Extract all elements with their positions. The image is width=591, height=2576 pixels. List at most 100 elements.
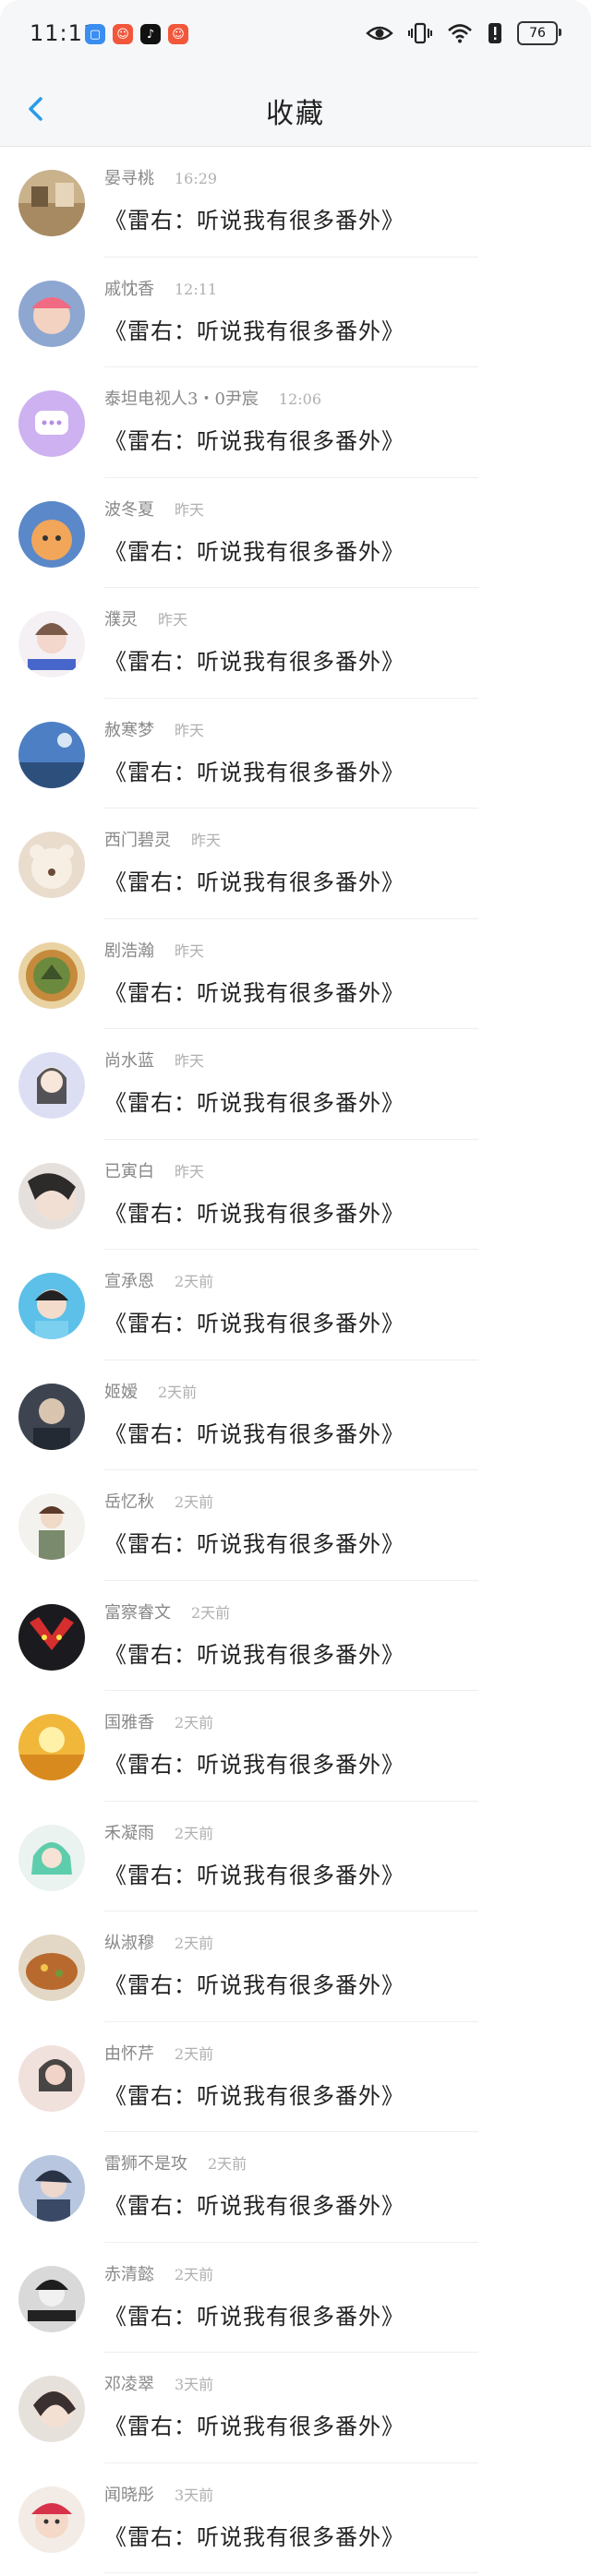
list-item[interactable]: 赤清懿 2天前《雷右：听说我有很多番外》 [0, 2243, 591, 2353]
avatar[interactable] [18, 2265, 85, 2332]
avatar[interactable] [18, 1493, 85, 1560]
avatar[interactable] [18, 390, 85, 457]
user-name: 波冬夏 [104, 499, 154, 520]
message-text: 《雷右：听说我有很多番外》 [104, 428, 404, 454]
item-meta: 赤清懿 2天前 [104, 2261, 213, 2285]
message-text: 《雷右：听说我有很多番外》 [104, 1531, 404, 1557]
item-meta: 禾凝雨 2天前 [104, 1820, 213, 1844]
timestamp: 3天前 [175, 2486, 214, 2504]
item-meta: 由怀芹 2天前 [104, 2041, 213, 2065]
timestamp: 2天前 [158, 1383, 198, 1401]
avatar[interactable] [18, 1824, 85, 1891]
timestamp: 2天前 [191, 1603, 231, 1622]
item-meta: 宣承恩 2天前 [104, 1268, 213, 1292]
list-item[interactable]: 富察睿文 2天前 《雷右：听说我有很多番外》 [0, 1581, 591, 1691]
timestamp: 昨天 [175, 1052, 205, 1070]
timestamp: 昨天 [158, 611, 188, 629]
favorites-list: 晏寻桃 16:29 《雷右：听说我有很多番外》 戚忱香 12:11 《雷右：听说我有很多番… [0, 147, 591, 2573]
message-text: 《雷右：听说我有很多番外》 [104, 1090, 404, 1116]
battery-icon: 76 [517, 21, 561, 45]
list-item[interactable]: 邓凌翠 3天前 《雷右：听说我有很多番外》 [0, 2353, 591, 2463]
message-text: 《雷右：听说我有很多番外》 [104, 1972, 404, 1998]
message-text: 《雷右：听说我有很多番外》 [104, 2523, 404, 2550]
message-text: 《雷右：听说我有很多番外》 [104, 1420, 404, 1447]
avatar[interactable] [18, 721, 85, 788]
avatar[interactable] [18, 941, 85, 1009]
item-meta: 岳忆秋 2天前 [104, 1489, 213, 1513]
list-item[interactable]: 戚忱香 12:11 《雷右：听说我有很多番外》 [0, 258, 591, 367]
avatar[interactable] [18, 1714, 85, 1780]
list-item[interactable]: 由怀芹 2天前《雷右：听说我有很多番外》 [0, 2022, 591, 2132]
user-name: 雷狮不是攻 [104, 2154, 187, 2174]
avatar[interactable] [18, 2376, 85, 2442]
avatar[interactable] [18, 1935, 85, 2001]
timestamp: 2天前 [175, 1493, 214, 1511]
avatar[interactable] [18, 170, 85, 236]
list-item[interactable]: 西门碧灵 昨天 《雷右：听说我有很多番外》 [0, 809, 591, 919]
message-text: 《雷右：听说我有很多番外》 [104, 538, 404, 565]
timestamp: 2天前 [175, 2265, 214, 2283]
list-item[interactable]: 姬嫒 2天前 《雷右：听说我有很多番外》 [0, 1360, 591, 1470]
item-meta: 西门碧灵 昨天 [104, 827, 221, 851]
timestamp: 2天前 [175, 2044, 214, 2063]
avatar[interactable] [18, 2155, 85, 2222]
message-text: 《雷右：听说我有很多番外》 [104, 208, 404, 234]
item-meta: 已寅白 昨天 [104, 1158, 204, 1182]
app-c-icon: ☺ [168, 24, 188, 44]
list-item[interactable]: 晏寻桃 16:29 《雷右：听说我有很多番外》 [0, 147, 591, 258]
list-item[interactable]: 剧浩瀚 昨天《雷右：听说我有很多番外》 [0, 919, 591, 1029]
item-meta: 晏寻桃 16:29 [104, 165, 217, 189]
list-item[interactable]: 岳忆秋 2天前《雷右：听说我有很多番外》 [0, 1470, 591, 1581]
item-meta: 赦寒梦 昨天 [104, 717, 204, 741]
system-status-icons: 76 [366, 20, 561, 46]
item-meta: 剧浩瀚 昨天 [104, 938, 204, 962]
eye-icon [366, 20, 393, 46]
user-name: 已寅白 [104, 1161, 154, 1181]
list-item[interactable]: 濮灵 昨天 《雷右：听说我有很多番外》 [0, 588, 591, 699]
avatar[interactable] [18, 1603, 85, 1671]
message-text: 《雷右：听说我有很多番外》 [104, 1862, 404, 1888]
avatar[interactable] [18, 611, 85, 677]
list-item[interactable]: 宣承恩 2天前《雷右：听说我有很多番外》 [0, 1250, 591, 1360]
message-text: 《雷右：听说我有很多番外》 [104, 979, 404, 1006]
user-name: 国雅香 [104, 1713, 154, 1732]
list-item[interactable]: 泰坦电视人3・0尹宸 12:06 《雷右：听说我有很多番外》 [0, 367, 591, 478]
user-name: 岳忆秋 [104, 1492, 154, 1512]
list-item[interactable]: 国雅香 2天前 《雷右：听说我有很多番外》 [0, 1691, 591, 1802]
list-item[interactable]: 禾凝雨 2天前《雷右：听说我有很多番外》 [0, 1802, 591, 1911]
item-meta: 泰坦电视人3・0尹宸 12:06 [104, 386, 321, 410]
list-item[interactable]: 已寅白 昨天 《雷右：听说我有很多番外》 [0, 1140, 591, 1250]
avatar[interactable] [18, 500, 85, 568]
item-meta: 雷狮不是攻 2天前 [104, 2151, 247, 2175]
avatar[interactable] [18, 832, 85, 898]
message-text: 《雷右：听说我有很多番外》 [104, 649, 404, 675]
avatar[interactable] [18, 1162, 85, 1229]
avatar[interactable] [18, 2044, 85, 2112]
message-text: 《雷右：听说我有很多番外》 [104, 2414, 404, 2439]
list-item[interactable]: 纵淑穆 2天前 《雷右：听说我有很多番外》 [0, 1911, 591, 2022]
message-text: 《雷右：听说我有很多番外》 [104, 2082, 404, 2109]
item-meta: 富察睿文 2天前 [104, 1600, 230, 1623]
list-item[interactable]: 雷狮不是攻 2天前 《雷右：听说我有很多番外》 [0, 2132, 591, 2243]
list-item[interactable]: 尚水蓝 昨天 《雷右：听说我有很多番外》 [0, 1029, 591, 1140]
list-item[interactable]: 波冬夏 昨天《雷右：听说我有很多番外》 [0, 478, 591, 588]
timestamp: 3天前 [175, 2376, 214, 2393]
avatar[interactable] [18, 280, 85, 347]
avatar[interactable] [18, 1383, 85, 1450]
avatar[interactable] [18, 1052, 85, 1119]
item-meta: 波冬夏 昨天 [104, 497, 204, 521]
timestamp: 2天前 [175, 1935, 214, 1952]
message-text: 《雷右：听说我有很多番外》 [104, 759, 404, 785]
list-item[interactable]: 赦寒梦 昨天《雷右：听说我有很多番外》 [0, 699, 591, 809]
list-item[interactable]: 闻晓彤 3天前 《雷右：听说我有很多番外》 [0, 2463, 591, 2573]
user-name: 泰坦电视人3・0尹宸 [104, 389, 259, 409]
user-name: 赦寒梦 [104, 720, 154, 740]
timestamp: 2天前 [175, 1824, 214, 1842]
message-text: 《雷右：听说我有很多番外》 [104, 1311, 404, 1336]
divider [104, 2572, 478, 2573]
avatar[interactable] [18, 1273, 85, 1339]
avatar[interactable] [18, 2486, 85, 2553]
message-text: 《雷右：听说我有很多番外》 [104, 2303, 404, 2330]
user-name: 宣承恩 [104, 1272, 154, 1291]
user-name: 赤清懿 [104, 2264, 154, 2284]
